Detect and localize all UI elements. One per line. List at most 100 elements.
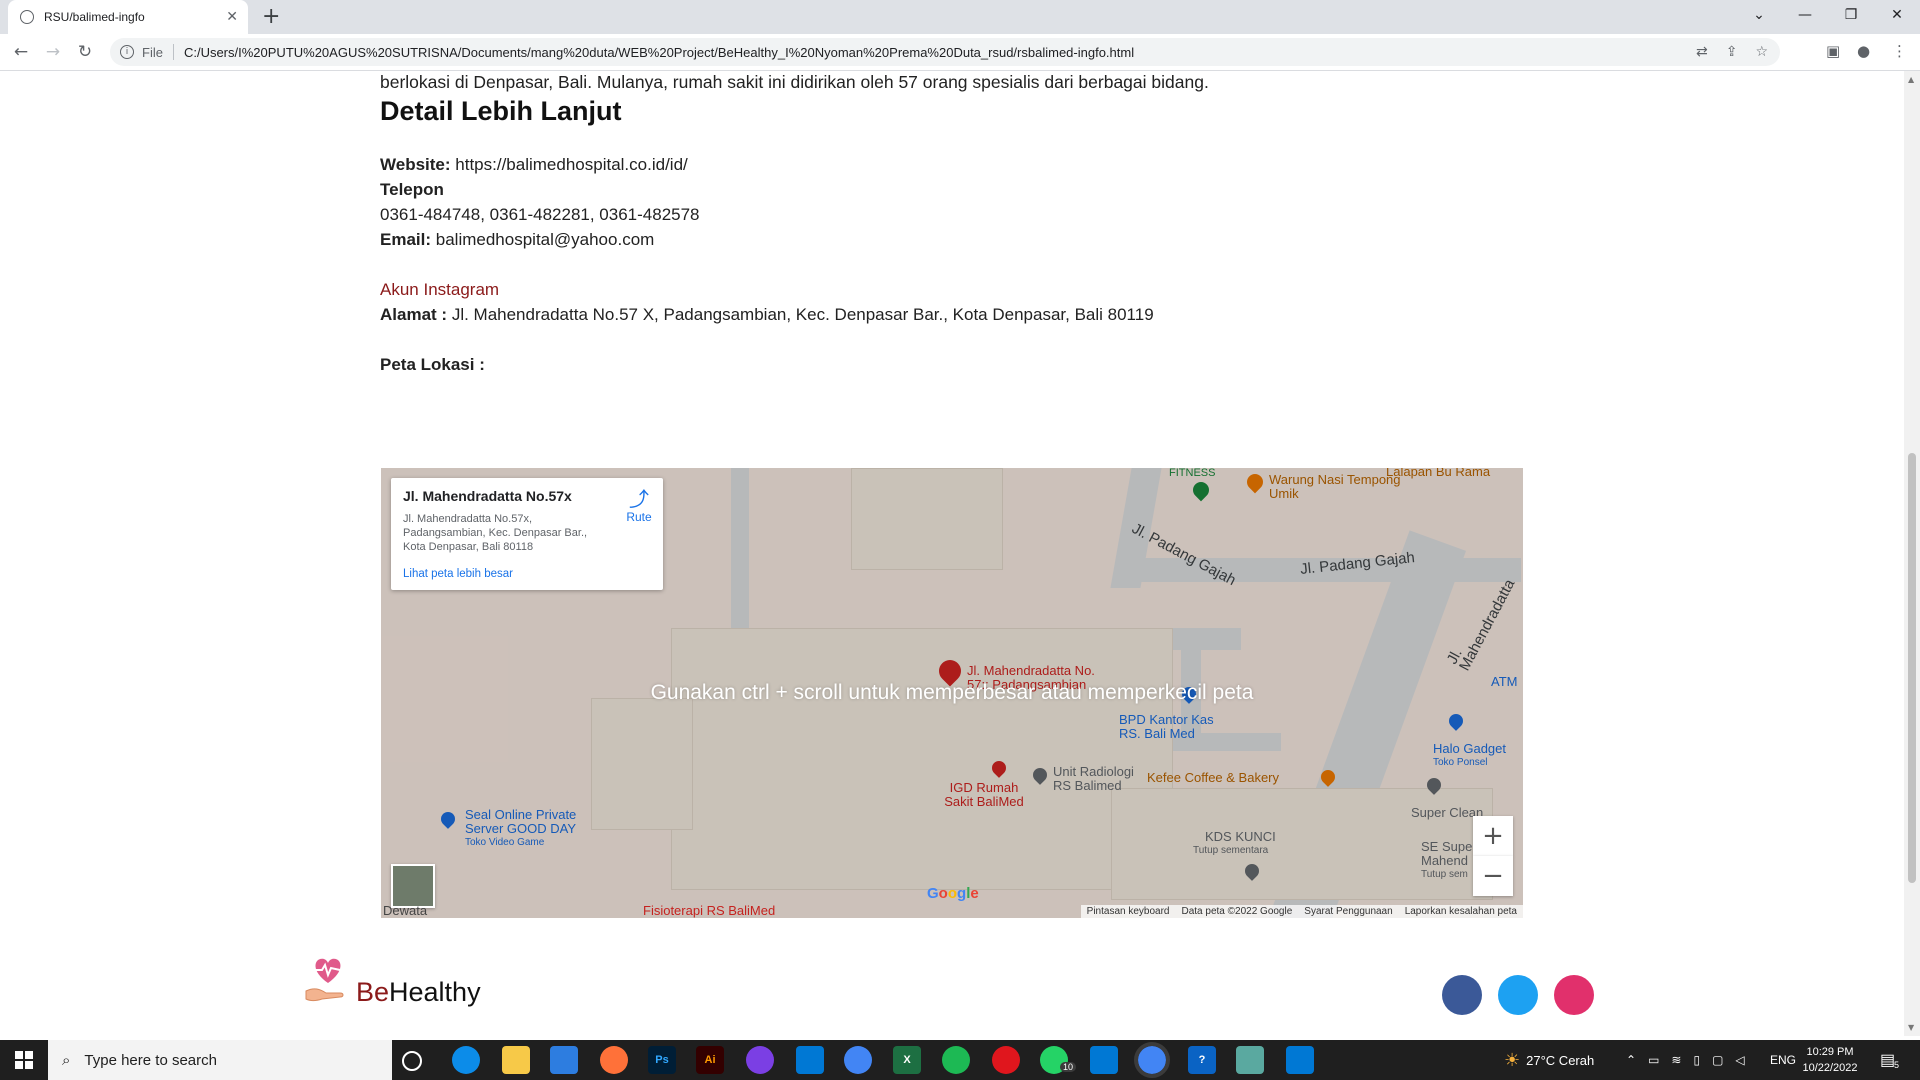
close-window-button[interactable]: ✕ <box>1874 0 1920 30</box>
menu-icon[interactable]: ⋮ <box>1892 42 1907 60</box>
scroll-down-icon[interactable]: ▼ <box>1908 1023 1914 1032</box>
clock[interactable]: 10:29 PM 10/22/2022 <box>1790 1044 1870 1076</box>
notification-icon[interactable]: ▤ <box>1880 1040 1895 1080</box>
chrome-icon[interactable] <box>844 1046 872 1074</box>
facebook-icon[interactable] <box>1442 975 1482 1015</box>
device-icon[interactable]: ▭ <box>1648 1053 1659 1067</box>
wifi-icon[interactable]: ≋ <box>1671 1053 1681 1067</box>
info-icon[interactable]: i <box>120 45 134 59</box>
url-text[interactable]: C:/Users/I%20PUTU%20AGUS%20SUTRISNA/Docu… <box>184 45 1134 60</box>
volume-muted-icon[interactable]: ◁ <box>1735 1053 1744 1067</box>
bookmark-star-icon[interactable]: ☆ <box>1755 44 1768 60</box>
zoom-in-button[interactable]: + <box>1473 816 1513 856</box>
satellite-toggle[interactable] <box>391 864 435 908</box>
active-tab[interactable]: RSU/balimed-ingfo ✕ <box>8 0 248 34</box>
alamat-value: Jl. Mahendradatta No.57 X, Padangsambian… <box>451 305 1154 324</box>
clock-date: 10/22/2022 <box>1802 1062 1858 1074</box>
profile-icon[interactable]: ● <box>1857 42 1870 60</box>
website-line: Website: https://balimedhospital.co.id/i… <box>380 155 688 175</box>
weather-widget[interactable]: ☀ 27°C Cerah <box>1504 1040 1594 1080</box>
whatsapp-badge: 10 <box>1060 1062 1077 1072</box>
address-bar[interactable]: i File C:/Users/I%20PUTU%20AGUS%20SUTRIS… <box>110 38 1780 66</box>
divider <box>172 44 174 60</box>
battery-icon[interactable]: ▯ <box>1693 1053 1700 1067</box>
chrome-active-icon[interactable] <box>1134 1042 1170 1078</box>
show-hidden-icons[interactable]: ⌃ <box>1626 1053 1636 1067</box>
website-label: Website: <box>380 155 451 174</box>
notepad-icon[interactable] <box>1236 1046 1264 1074</box>
photoshop-icon[interactable]: Ps <box>648 1046 676 1074</box>
directions-icon: ⤴ <box>629 487 649 511</box>
vscode-icon[interactable] <box>796 1046 824 1074</box>
display-icon[interactable]: ▢ <box>1712 1053 1723 1067</box>
search-icon: ⌕ <box>62 1051 71 1069</box>
system-tray: ⌃ ▭ ≋ ▯ ▢ ◁ <box>1626 1040 1745 1080</box>
store-icon[interactable] <box>550 1046 578 1074</box>
tab-strip: RSU/balimed-ingfo ✕ + ⌄ — ❐ ✕ <box>0 0 1920 34</box>
twitter-icon[interactable] <box>1498 975 1538 1015</box>
search-placeholder: Type here to search <box>84 1051 217 1069</box>
windows-logo-icon <box>15 1051 33 1069</box>
page-scrollbar[interactable]: ▲ ▼ <box>1904 71 1920 1036</box>
map-scroll-hint: Gunakan ctrl + scroll untuk memperbesar … <box>650 681 1254 704</box>
windows-start-button[interactable] <box>0 1040 48 1080</box>
scroll-up-icon[interactable]: ▲ <box>1908 75 1914 84</box>
back-icon[interactable]: ← <box>10 41 32 63</box>
terms-link[interactable]: Syarat Penggunaan <box>1304 906 1392 917</box>
paint-icon[interactable] <box>1286 1046 1314 1074</box>
zoom-out-button[interactable]: − <box>1473 856 1513 896</box>
tor-browser-icon[interactable] <box>746 1046 774 1074</box>
poi-fisioterapi[interactable]: Fisioterapi RS BaliMed <box>643 903 775 918</box>
illustrator-icon[interactable]: Ai <box>696 1046 724 1074</box>
scrollbar-thumb[interactable] <box>1908 453 1916 883</box>
restore-button[interactable]: ❐ <box>1828 0 1874 30</box>
firefox-icon[interactable] <box>600 1046 628 1074</box>
email-value: balimedhospital@yahoo.com <box>435 230 655 249</box>
opera-icon[interactable] <box>992 1046 1020 1074</box>
new-tab-button[interactable]: + <box>262 4 280 29</box>
toolbar: ← → ↻ i File C:/Users/I%20PUTU%20AGUS%20… <box>0 34 1920 71</box>
embedded-map[interactable]: FITNESS Warung Nasi Tempong Umik Lalapan… <box>381 468 1523 918</box>
map-card-title: Jl. Mahendradatta No.57x <box>403 488 572 504</box>
instagram-icon[interactable] <box>1554 975 1594 1015</box>
task-view-icon[interactable] <box>402 1051 422 1071</box>
tab-search-icon[interactable]: ⌄ <box>1736 0 1782 30</box>
weather-icon: ☀ <box>1504 1049 1521 1071</box>
forward-icon[interactable]: → <box>42 41 64 63</box>
file-explorer-icon[interactable] <box>502 1046 530 1074</box>
reload-icon[interactable]: ↻ <box>74 41 96 63</box>
map-data-text: Data peta ©2022 Google <box>1181 906 1293 917</box>
larger-map-link[interactable]: Lihat peta lebih besar <box>403 568 513 580</box>
heart-hand-icon <box>305 958 344 1001</box>
share-icon[interactable]: ⇪ <box>1726 44 1738 60</box>
logo-text: BeHealthy <box>356 977 481 1007</box>
mail-icon[interactable] <box>1090 1046 1118 1074</box>
help-icon[interactable]: ? <box>1188 1046 1216 1074</box>
notification-badge: 5 <box>1894 1060 1900 1070</box>
taskbar-search-box[interactable]: ⌕ Type here to search <box>48 1040 392 1080</box>
minimize-button[interactable]: — <box>1782 0 1828 30</box>
behealthy-logo[interactable]: BeHealthy <box>300 953 520 1013</box>
instagram-link[interactable]: Akun Instagram <box>380 280 499 300</box>
page-viewport: berlokasi di Denpasar, Bali. Mulanya, ru… <box>0 71 1904 1036</box>
file-label: File <box>142 44 163 60</box>
close-tab-icon[interactable]: ✕ <box>226 9 238 25</box>
spotify-icon[interactable] <box>942 1046 970 1074</box>
peta-label: Peta Lokasi : <box>380 355 485 374</box>
directions-label: Rute <box>626 510 652 524</box>
excel-icon[interactable]: X <box>893 1046 921 1074</box>
translate-icon[interactable]: ⇄ <box>1696 44 1708 60</box>
map-attribution: Pintasan keyboard Data peta ©2022 Google… <box>1080 905 1523 918</box>
side-panel-icon[interactable]: ▣ <box>1826 42 1840 60</box>
windows-taskbar: ⌕ Type here to search Ps Ai X 10 ? ☀ 27°… <box>0 1040 1920 1080</box>
intro-text: berlokasi di Denpasar, Bali. Mulanya, ru… <box>380 72 1209 92</box>
edge-icon[interactable] <box>452 1046 480 1074</box>
keyboard-shortcuts-link[interactable]: Pintasan keyboard <box>1087 906 1170 917</box>
map-card-address: Jl. Mahendradatta No.57x, Padangsambian,… <box>403 513 588 553</box>
section-heading: Detail Lebih Lanjut <box>380 96 622 126</box>
alamat-line: Alamat : Jl. Mahendradatta No.57 X, Pada… <box>380 305 1154 325</box>
website-link[interactable]: https://balimedhospital.co.id/id/ <box>455 155 687 174</box>
report-error-link[interactable]: Laporkan kesalahan peta <box>1405 906 1517 917</box>
directions-button[interactable]: ⤴ Rute <box>617 488 661 524</box>
poi-dewata: Dewata <box>383 903 428 918</box>
